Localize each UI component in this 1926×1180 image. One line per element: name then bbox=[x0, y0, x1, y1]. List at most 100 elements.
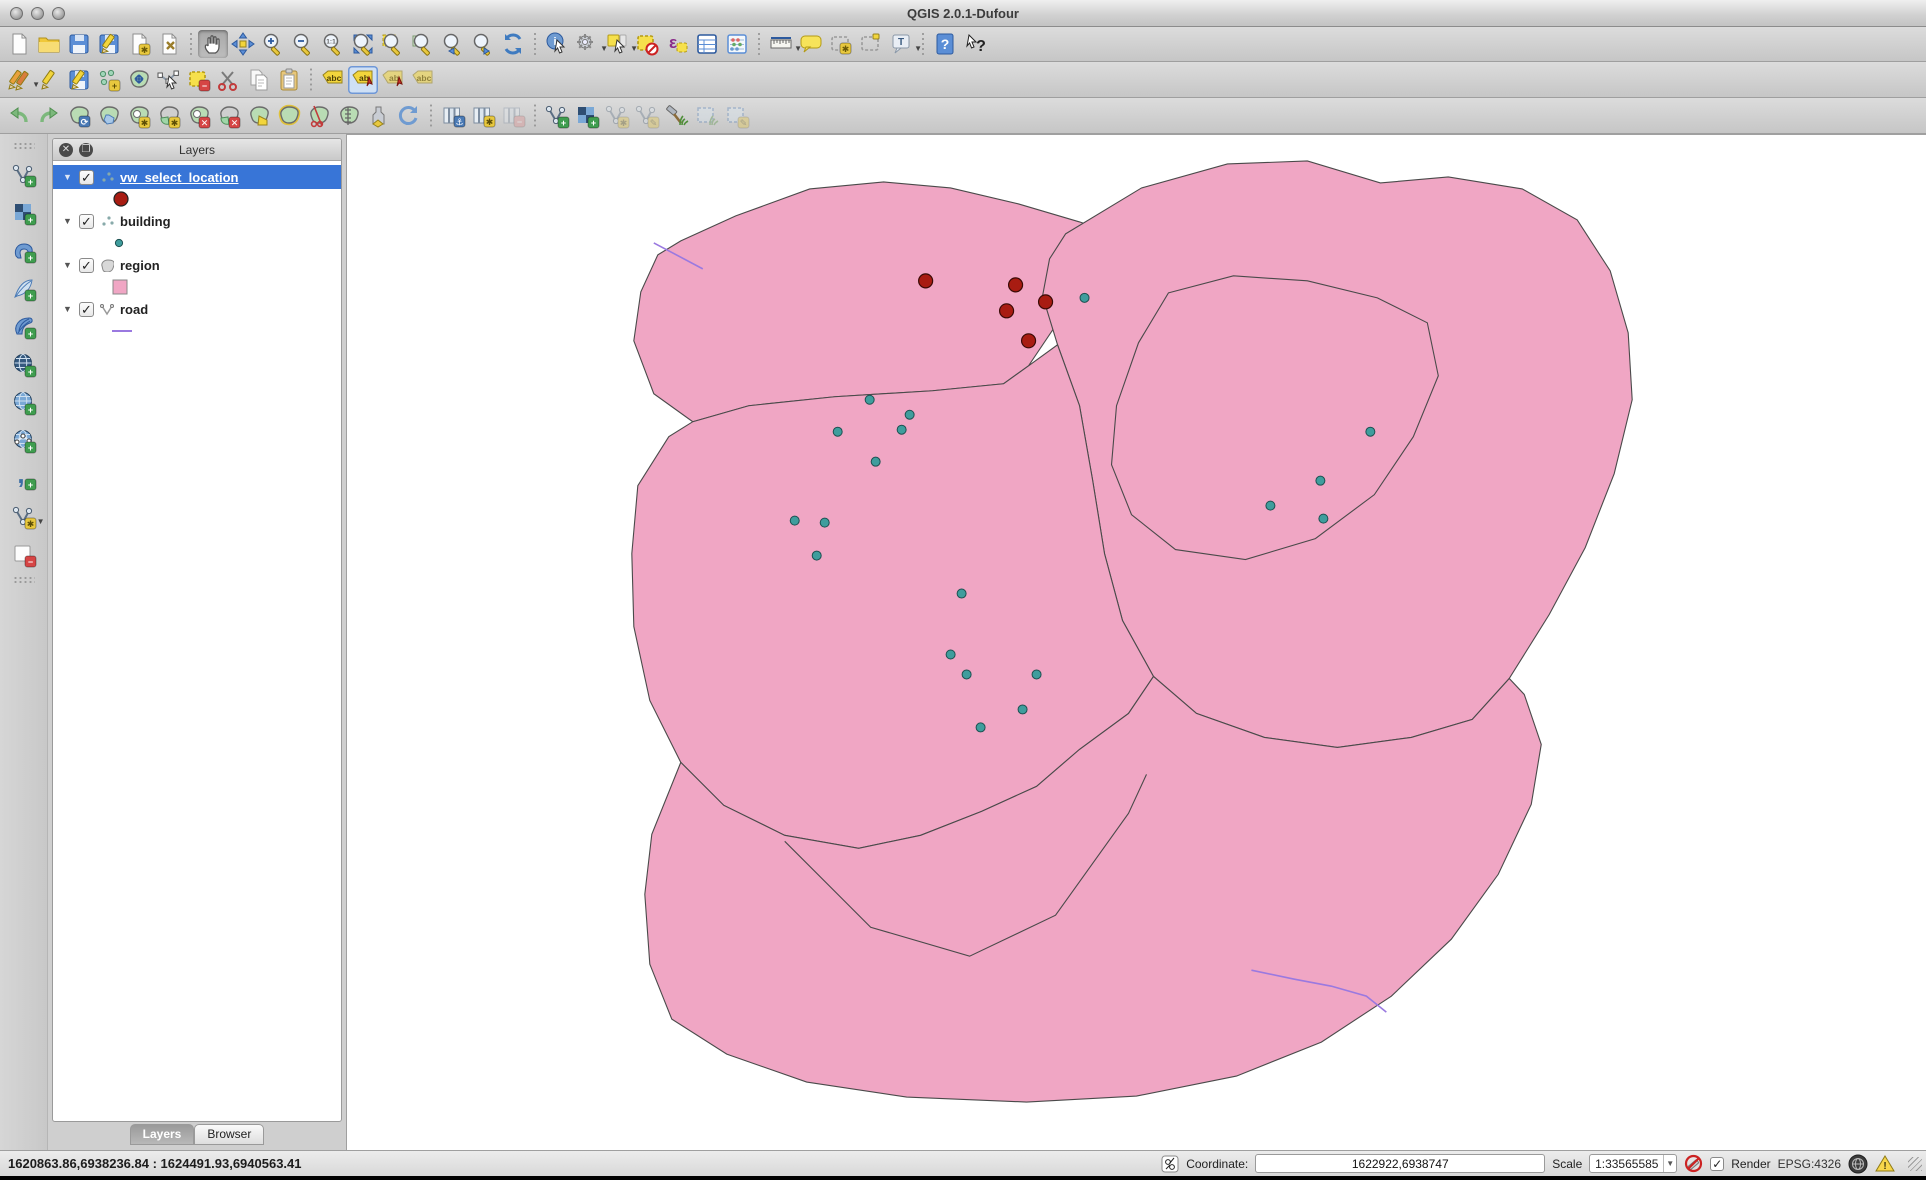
composer-manager-button[interactable] bbox=[154, 30, 184, 58]
grass-new-mapset-button[interactable]: ✱ bbox=[468, 102, 498, 130]
map-canvas[interactable] bbox=[346, 134, 1926, 1150]
pan-map-button[interactable] bbox=[198, 30, 228, 58]
layer-symbol-swatch[interactable] bbox=[111, 322, 135, 340]
scale-combo[interactable]: 1:33565585 ▼ bbox=[1589, 1154, 1677, 1173]
add-raster-layer-button[interactable]: + bbox=[9, 199, 39, 227]
add-mssql-layer-button[interactable]: + bbox=[9, 313, 39, 341]
add-vector-layer-button[interactable]: + bbox=[9, 161, 39, 189]
zoom-out-button[interactable] bbox=[288, 30, 318, 58]
layer-visibility-checkbox[interactable]: ✓ bbox=[79, 170, 94, 185]
add-postgis-layer-button[interactable]: + bbox=[9, 237, 39, 265]
layer-expand-icon[interactable]: ▼ bbox=[63, 260, 73, 270]
layer-visibility-checkbox[interactable]: ✓ bbox=[79, 302, 94, 317]
new-bookmark-button[interactable]: ✱ bbox=[826, 30, 856, 58]
resize-grip[interactable] bbox=[1908, 1157, 1922, 1171]
node-tool-button[interactable] bbox=[154, 66, 184, 94]
panel-tab-browser[interactable]: Browser bbox=[194, 1124, 264, 1145]
layer-expand-icon[interactable]: ▼ bbox=[63, 172, 73, 182]
add-delimited-text-layer-button[interactable]: ,+ bbox=[9, 465, 39, 493]
layer-expand-icon[interactable]: ▼ bbox=[63, 216, 73, 226]
grass-add-vector-layer-button[interactable]: + bbox=[542, 102, 572, 130]
layer-item-building[interactable]: ▼ ✓ building bbox=[53, 209, 341, 233]
delete-part-button[interactable]: ✕ bbox=[214, 102, 244, 130]
layer-label[interactable]: vw_select_location bbox=[120, 170, 239, 185]
redo-button[interactable] bbox=[34, 102, 64, 130]
move-feature-button[interactable] bbox=[124, 66, 154, 94]
layer-label[interactable]: building bbox=[120, 214, 171, 229]
split-features-button[interactable] bbox=[304, 102, 334, 130]
split-parts-button[interactable] bbox=[334, 102, 364, 130]
layer-item-vw_select_location[interactable]: ▼ ✓ vw_select_location bbox=[53, 165, 341, 189]
delete-selected-button[interactable]: − bbox=[184, 66, 214, 94]
new-project-button[interactable] bbox=[4, 30, 34, 58]
zoom-native-button[interactable]: 1:1 bbox=[318, 30, 348, 58]
layer-label[interactable]: road bbox=[120, 302, 148, 317]
change-label-button[interactable]: abc bbox=[408, 66, 438, 94]
save-project-button[interactable] bbox=[64, 30, 94, 58]
labeling-button[interactable]: abc bbox=[318, 66, 348, 94]
add-wfs-layer-button[interactable]: + bbox=[9, 427, 39, 455]
render-checkbox[interactable]: ✓ bbox=[1710, 1157, 1724, 1171]
layer-expand-icon[interactable]: ▼ bbox=[63, 304, 73, 314]
simplify-feature-button[interactable] bbox=[94, 102, 124, 130]
add-feature-button[interactable]: + bbox=[94, 66, 124, 94]
pin-unpin-labels-button[interactable]: ab bbox=[378, 66, 408, 94]
add-spatialite-layer-button[interactable]: + bbox=[9, 275, 39, 303]
current-edits-button[interactable]: ▼ bbox=[4, 66, 34, 94]
stop-rendering-icon[interactable] bbox=[1684, 1154, 1703, 1173]
toolbar-drag-handle[interactable] bbox=[13, 576, 35, 584]
map-tips-button[interactable] bbox=[796, 30, 826, 58]
add-ring-button[interactable]: ✱ bbox=[124, 102, 154, 130]
move-label-button[interactable]: ab bbox=[348, 66, 378, 94]
new-shapefile-layer-dropdown-arrow-icon[interactable]: ▼ bbox=[37, 517, 45, 526]
open-attribute-table-button[interactable] bbox=[692, 30, 722, 58]
show-bookmarks-button[interactable] bbox=[856, 30, 886, 58]
select-by-expression-button[interactable]: ε bbox=[662, 30, 692, 58]
rotate-point-symbols-button[interactable] bbox=[394, 102, 424, 130]
crs-status-icon[interactable] bbox=[1848, 1154, 1868, 1174]
add-wms-layer-button[interactable]: + bbox=[9, 351, 39, 379]
layer-symbol-swatch[interactable] bbox=[111, 278, 135, 296]
layer-label[interactable]: region bbox=[120, 258, 160, 273]
new-print-composer-button[interactable]: ✱ bbox=[124, 30, 154, 58]
layer-symbol-swatch[interactable] bbox=[111, 234, 135, 252]
layer-item-region[interactable]: ▼ ✓ region bbox=[53, 253, 341, 277]
layer-visibility-checkbox[interactable]: ✓ bbox=[79, 258, 94, 273]
text-annotation-dropdown-arrow-icon[interactable]: ▼ bbox=[914, 44, 922, 53]
merge-features-button[interactable] bbox=[364, 102, 394, 130]
select-features-button[interactable]: ▼ bbox=[602, 30, 632, 58]
toolbar-drag-handle[interactable] bbox=[13, 142, 35, 150]
extents-toggle-icon[interactable] bbox=[1161, 1155, 1179, 1173]
messages-warning-icon[interactable]: ! bbox=[1875, 1154, 1895, 1173]
reshape-features-button[interactable] bbox=[244, 102, 274, 130]
coordinate-input[interactable] bbox=[1255, 1154, 1545, 1173]
new-shapefile-layer-button[interactable]: ✱▼ bbox=[9, 503, 39, 531]
layer-visibility-checkbox[interactable]: ✓ bbox=[79, 214, 94, 229]
zoom-to-selection-button[interactable] bbox=[378, 30, 408, 58]
measure-button[interactable]: ▼ bbox=[766, 30, 796, 58]
deselect-features-button[interactable] bbox=[632, 30, 662, 58]
save-layer-edits-button[interactable] bbox=[64, 66, 94, 94]
add-part-button[interactable]: ✱ bbox=[154, 102, 184, 130]
layer-item-road[interactable]: ▼ ✓ road bbox=[53, 297, 341, 321]
toggle-editing-button[interactable] bbox=[34, 66, 64, 94]
open-project-button[interactable] bbox=[34, 30, 64, 58]
panel-tab-layers[interactable]: Layers bbox=[130, 1124, 195, 1145]
zoom-next-button[interactable] bbox=[468, 30, 498, 58]
grass-open-tools-button[interactable] bbox=[662, 102, 692, 130]
save-project-as-button[interactable] bbox=[94, 30, 124, 58]
rotate-feature-button[interactable]: ⟳ bbox=[64, 102, 94, 130]
field-calculator-button[interactable] bbox=[722, 30, 752, 58]
copy-features-button[interactable] bbox=[244, 66, 274, 94]
undo-button[interactable] bbox=[4, 102, 34, 130]
grass-add-raster-layer-button[interactable]: + bbox=[572, 102, 602, 130]
help-contents-button[interactable]: ? bbox=[930, 30, 960, 58]
delete-ring-button[interactable]: ✕ bbox=[184, 102, 214, 130]
zoom-last-button[interactable] bbox=[438, 30, 468, 58]
cut-features-button[interactable] bbox=[214, 66, 244, 94]
zoom-in-button[interactable] bbox=[258, 30, 288, 58]
whats-this-button[interactable]: ? bbox=[960, 30, 990, 58]
pan-to-selection-button[interactable] bbox=[228, 30, 258, 58]
grass-open-mapset-button[interactable]: ⚓ bbox=[438, 102, 468, 130]
refresh-map-button[interactable] bbox=[498, 30, 528, 58]
